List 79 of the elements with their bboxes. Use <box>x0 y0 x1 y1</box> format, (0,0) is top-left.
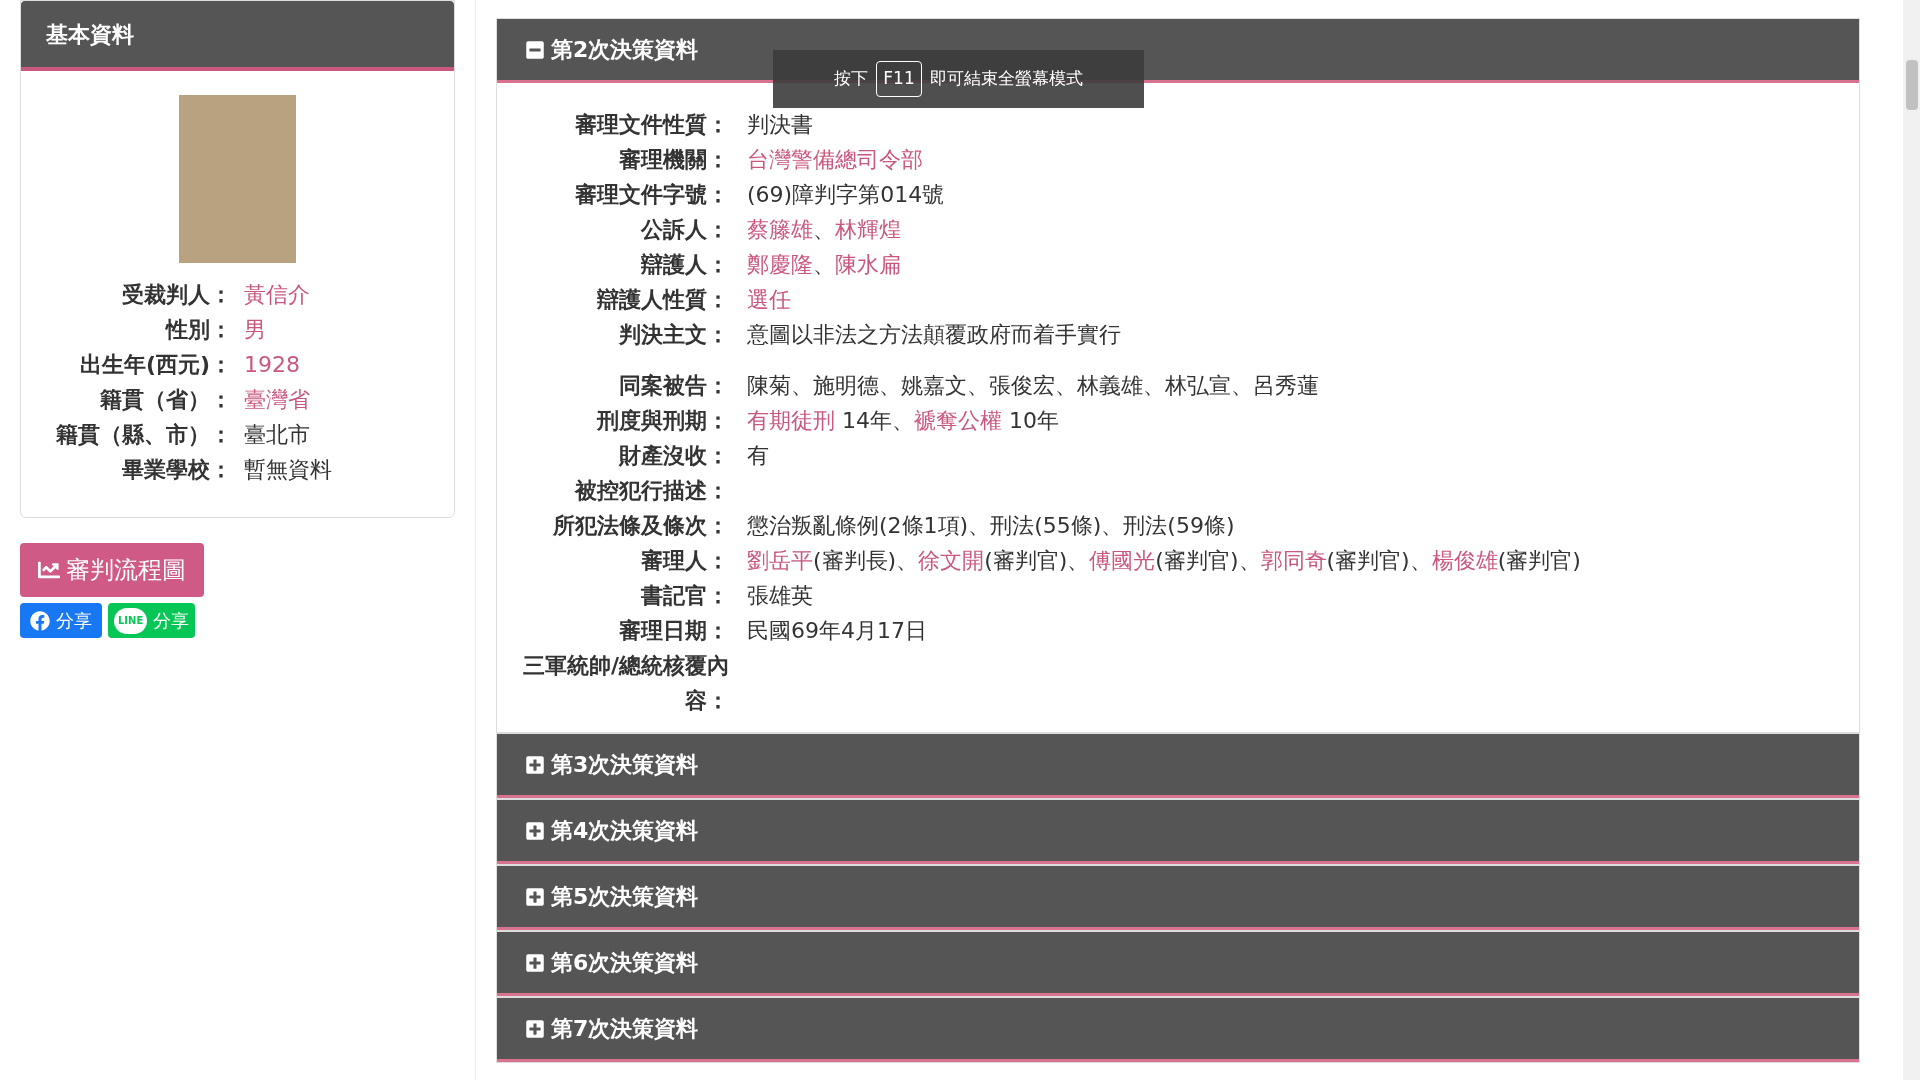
value-link[interactable]: 蔡籐雄 <box>747 217 813 242</box>
field-label: 性別： <box>164 316 232 344</box>
value-link[interactable]: 褫奪公權 <box>914 408 1002 433</box>
field-label: 審理日期： <box>618 617 729 645</box>
field-value: (審判官)、 <box>1326 548 1432 573</box>
value-link[interactable]: 傅國光 <box>1089 548 1156 573</box>
value-link[interactable]: 男 <box>244 317 266 342</box>
line-share-button[interactable]: LINE 分享 <box>108 603 196 638</box>
field-label: 籍貫（縣、市）： <box>55 421 232 449</box>
field-value: 、 <box>813 252 835 277</box>
field-label: 審理文件字號： <box>574 181 729 209</box>
value-link[interactable]: 有期徒刑 <box>747 408 835 433</box>
value-link[interactable]: 臺灣省 <box>244 387 310 412</box>
value-link[interactable]: 林輝煌 <box>835 217 901 242</box>
field-label: 辯護人性質： <box>596 286 729 314</box>
section-header[interactable]: 第4次決策資料 <box>497 800 1859 864</box>
scrollbar[interactable] <box>1903 0 1920 1080</box>
value-link[interactable]: 楊俊雄 <box>1431 548 1498 573</box>
facebook-share-button[interactable]: 分享 <box>20 603 102 638</box>
expand-icon <box>525 754 545 775</box>
field-label: 出生年(西元)： <box>78 351 232 379</box>
card-title: 基本資料 <box>46 20 134 49</box>
trial-flowchart-button[interactable]: 審判流程圖 <box>20 543 204 597</box>
field-value: 、 <box>813 217 835 242</box>
value-link[interactable]: 陳水扁 <box>835 252 901 277</box>
field-value: 14年、 <box>841 408 914 433</box>
field-label: 被控犯行描述： <box>573 477 729 505</box>
field-value: 民國69年4月17日 <box>747 618 927 643</box>
field-label: 三軍統帥/總統核覆內容： <box>521 652 729 715</box>
field-value: 10年 <box>1008 408 1059 433</box>
field-value: 有 <box>747 443 769 468</box>
field-label: 籍貫（省）： <box>99 386 232 414</box>
value-link[interactable]: 1928 <box>244 352 300 377</box>
field-value: 暫無資料 <box>244 457 332 482</box>
field-label: 審理人： <box>640 547 729 575</box>
field-label: 畢業學校： <box>121 456 232 484</box>
value-link[interactable]: 台灣警備總司令部 <box>747 147 923 172</box>
section-header[interactable]: 第5次決策資料 <box>497 866 1859 930</box>
section-header[interactable]: 第6次決策資料 <box>497 932 1859 996</box>
scrollbar-thumb[interactable] <box>1905 60 1918 110</box>
field-value: 意圖以非法之方法顛覆政府而着手實行 <box>747 322 1121 347</box>
field-value: 判決書 <box>747 112 813 137</box>
field-label: 所犯法條及條次： <box>552 512 729 540</box>
expand-icon <box>525 952 545 973</box>
line-logo: LINE <box>114 607 148 634</box>
facebook-icon <box>30 610 50 631</box>
value-link[interactable]: 選任 <box>747 287 791 312</box>
section-header[interactable]: 第7次決策資料 <box>497 998 1859 1062</box>
field-value: 張雄英 <box>747 583 813 608</box>
key-cap: F11 <box>876 61 922 97</box>
expand-icon <box>525 820 545 841</box>
field-label: 同案被告： <box>618 372 729 400</box>
field-label: 書記官： <box>640 582 729 610</box>
field-value: (審判官) <box>1497 548 1581 573</box>
field-value: 臺北市 <box>244 422 310 447</box>
value-link[interactable]: 鄭慶隆 <box>747 252 813 277</box>
expand-icon <box>525 1018 545 1039</box>
field-value: 懲治叛亂條例(2條1項)、刑法(55條)、刑法(59條) <box>747 513 1235 538</box>
field-value: (審判長)、 <box>813 548 919 573</box>
field-label: 財產沒收： <box>617 442 729 470</box>
field-label: 審理機關： <box>618 146 729 174</box>
field-value: (69)障判字第014號 <box>747 182 945 207</box>
field-value: 陳菊、施明德、姚嘉文、張俊宏、林義雄、林弘宣、呂秀蓮 <box>747 373 1319 398</box>
field-label: 辯護人： <box>640 251 729 279</box>
field-label: 刑度與刑期： <box>596 407 729 435</box>
expand-icon <box>525 886 545 907</box>
value-link[interactable]: 徐文開 <box>918 548 985 573</box>
value-link[interactable]: 劉岳平 <box>747 548 813 573</box>
value-link[interactable]: 黃信介 <box>244 282 310 307</box>
section-header[interactable]: 第3次決策資料 <box>497 734 1859 798</box>
field-value: (審判官)、 <box>1155 548 1261 573</box>
collapse-icon <box>525 39 545 60</box>
field-label: 受裁判人： <box>121 281 232 309</box>
field-label: 公訴人： <box>639 216 729 244</box>
field-label: 判決主文： <box>618 321 729 349</box>
value-link[interactable]: 郭同奇 <box>1260 548 1327 573</box>
line-chart-icon <box>38 559 60 581</box>
field-label: 審理文件性質： <box>574 111 729 139</box>
field-value: (審判官)、 <box>984 548 1090 573</box>
